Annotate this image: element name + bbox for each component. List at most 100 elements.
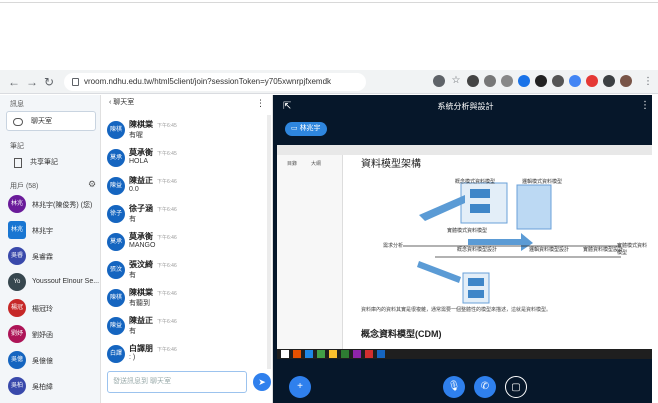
extension-icon[interactable] <box>603 75 615 87</box>
avatar: Yo <box>8 273 26 291</box>
sender-name: 陳益正 <box>129 176 153 185</box>
avatar: 吳睿 <box>8 247 26 265</box>
user-list-item[interactable]: 吳億 吳億億 <box>8 351 100 371</box>
user-list-item[interactable]: 劉妤 劉妤函 <box>8 325 100 345</box>
chat-message: 陳益 陳益正 下午6:46 0.0 <box>107 175 267 205</box>
app-icon <box>365 350 373 358</box>
chat-message: 陳棋 陳棋棠 下午6:46 有聽到 <box>107 287 267 317</box>
avatar: 莫承 <box>107 149 125 167</box>
message-text: 有喔 <box>129 132 143 139</box>
extension-icon[interactable] <box>552 75 564 87</box>
avatar: 陳益 <box>107 177 125 195</box>
public-chat-label: 聊天室 <box>31 118 52 125</box>
message-time: 下午6:46 <box>157 291 177 297</box>
chat-message: 陳棋 陳棋棠 下午6:45 有喔 <box>107 119 267 149</box>
send-button[interactable]: ➤ <box>253 373 271 391</box>
doc-outline-pane: 目錄 大綱 <box>277 155 343 349</box>
messages-heading: 訊息 <box>10 101 24 108</box>
message-text: HOLA <box>129 158 149 165</box>
audio-button[interactable]: ✆ <box>474 376 496 398</box>
avatar: 林兆 <box>8 221 26 239</box>
message-time: 下午6:46 <box>157 235 177 241</box>
options-icon[interactable]: ⋮ <box>640 100 650 111</box>
extension-icon[interactable] <box>484 75 496 87</box>
message-time: 下午6:45 <box>157 151 177 157</box>
url-text: vroom.ndhu.edu.tw/html5client/join?sessi… <box>84 77 332 86</box>
public-chat-item[interactable]: 聊天室 <box>6 111 96 131</box>
slide-body-text: 資料庫內的資料其實是很複雜，通常需要一個整體性的模型來描述，這就是資料模型。 <box>361 307 552 313</box>
chat-header[interactable]: ‹ 聊天室 ⋮ <box>101 95 273 111</box>
chat-message: 白譯 白譯朋 下午6:46 : ) <box>107 343 267 369</box>
forward-icon[interactable]: → <box>26 75 38 89</box>
start-icon <box>281 350 289 358</box>
user-list-item[interactable]: 林兆 林兆宇(陳俊秀) (您) <box>8 195 100 215</box>
outline-tab[interactable]: 大綱 <box>311 160 321 167</box>
sender-name: 張汶綺 <box>129 260 153 269</box>
user-list-item[interactable]: 林兆 林兆宇 <box>8 221 100 241</box>
gear-icon[interactable]: ⚙ <box>88 179 96 190</box>
avatar: 陳棋 <box>107 289 125 307</box>
back-icon[interactable]: ← <box>8 75 20 89</box>
diagram-box <box>470 204 490 213</box>
plus-icon: + <box>297 381 303 392</box>
users-heading: 用戶 (58) <box>10 183 39 190</box>
message-text: 0.0 <box>129 186 139 193</box>
extension-icon[interactable] <box>569 75 581 87</box>
user-list-item[interactable]: 楊冠 楊冠玲 <box>8 299 100 319</box>
microphone-icon: 🎙 <box>447 381 461 392</box>
send-icon: ➤ <box>258 377 266 387</box>
avatar: 徐子 <box>107 205 125 223</box>
extension-icon[interactable] <box>586 75 598 87</box>
diagram-label: 概念資料模型設計 <box>457 247 498 253</box>
message-text: MANGO <box>129 242 156 249</box>
page-right-margin <box>652 95 658 403</box>
user-list-item[interactable]: Yo Youssouf Elnour Se... <box>8 273 100 293</box>
message-time: 下午6:46 <box>157 263 177 269</box>
message-time: 下午6:46 <box>157 179 177 185</box>
extension-icon[interactable] <box>535 75 547 87</box>
message-text: 有 <box>129 216 136 223</box>
screen-share-icon: ▭ <box>291 125 300 132</box>
user-list-item[interactable]: 吳睿 吳睿霖 <box>8 247 100 267</box>
avatar: 吳柏 <box>8 377 26 395</box>
user-list-panel: 訊息 聊天室 筆記 共享筆記 用戶 (58) ⚙ 林兆 林兆宇(陳俊秀) (您)… <box>0 95 101 403</box>
profile-icon[interactable] <box>620 75 632 87</box>
diagram-label: 需求分析 <box>383 243 404 249</box>
chat-panel: ‹ 聊天室 ⋮ 陳棋 陳棋棠 下午6:45 有喔 莫承 莫承衡 下午6:45 HOL… <box>101 95 273 403</box>
page-top-margin <box>0 0 658 70</box>
avatar: 陳棋 <box>107 121 125 139</box>
chat-scrollbar[interactable] <box>267 115 271 369</box>
extension-icon[interactable] <box>467 75 479 87</box>
chat-input[interactable]: 發送訊息到 聊天室 <box>107 371 247 393</box>
chat-options-icon[interactable]: ⋮ <box>256 95 265 111</box>
avatar: 劉妤 <box>8 325 26 343</box>
shared-notes-item[interactable]: 共享筆記 <box>6 153 96 173</box>
microphone-button[interactable]: 🎙 <box>443 376 465 398</box>
avatar: 白譯 <box>107 345 125 363</box>
user-name: 林兆宇 <box>32 228 53 235</box>
chat-message: 張汶 張汶綺 下午6:46 有 <box>107 259 267 289</box>
actions-button[interactable]: + <box>289 376 311 398</box>
avatar: 陳益 <box>107 317 125 335</box>
reload-icon[interactable]: ↻ <box>44 75 54 89</box>
diagram-box <box>468 290 484 298</box>
video-ext-icon[interactable] <box>433 75 445 87</box>
presenter-badge: ▭ 林兆宇 <box>285 122 327 136</box>
menu-dots-icon[interactable]: ⋮ <box>643 75 653 89</box>
diagram-label: 實體模式資料模型 <box>617 243 648 256</box>
user-name: 林兆宇(陳俊秀) (您) <box>32 202 93 209</box>
address-bar[interactable]: vroom.ndhu.edu.tw/html5client/join?sessi… <box>64 73 366 91</box>
avatar: 林兆 <box>8 195 26 213</box>
message-text: 有聽到 <box>129 300 150 307</box>
extension-icon[interactable] <box>518 75 530 87</box>
desktop-taskbar <box>277 349 653 359</box>
phone-icon: ✆ <box>480 381 490 392</box>
star-icon[interactable]: ☆ <box>450 75 462 87</box>
sender-name: 莫承衡 <box>129 232 153 241</box>
user-list-item[interactable]: 吳柏 吳柏緯 <box>8 377 100 397</box>
camera-button[interactable]: ▢ <box>505 376 527 398</box>
message-time: 下午6:46 <box>157 207 177 213</box>
extension-icon[interactable] <box>501 75 513 87</box>
outline-tab[interactable]: 目錄 <box>287 160 297 167</box>
app-icon <box>329 350 337 358</box>
